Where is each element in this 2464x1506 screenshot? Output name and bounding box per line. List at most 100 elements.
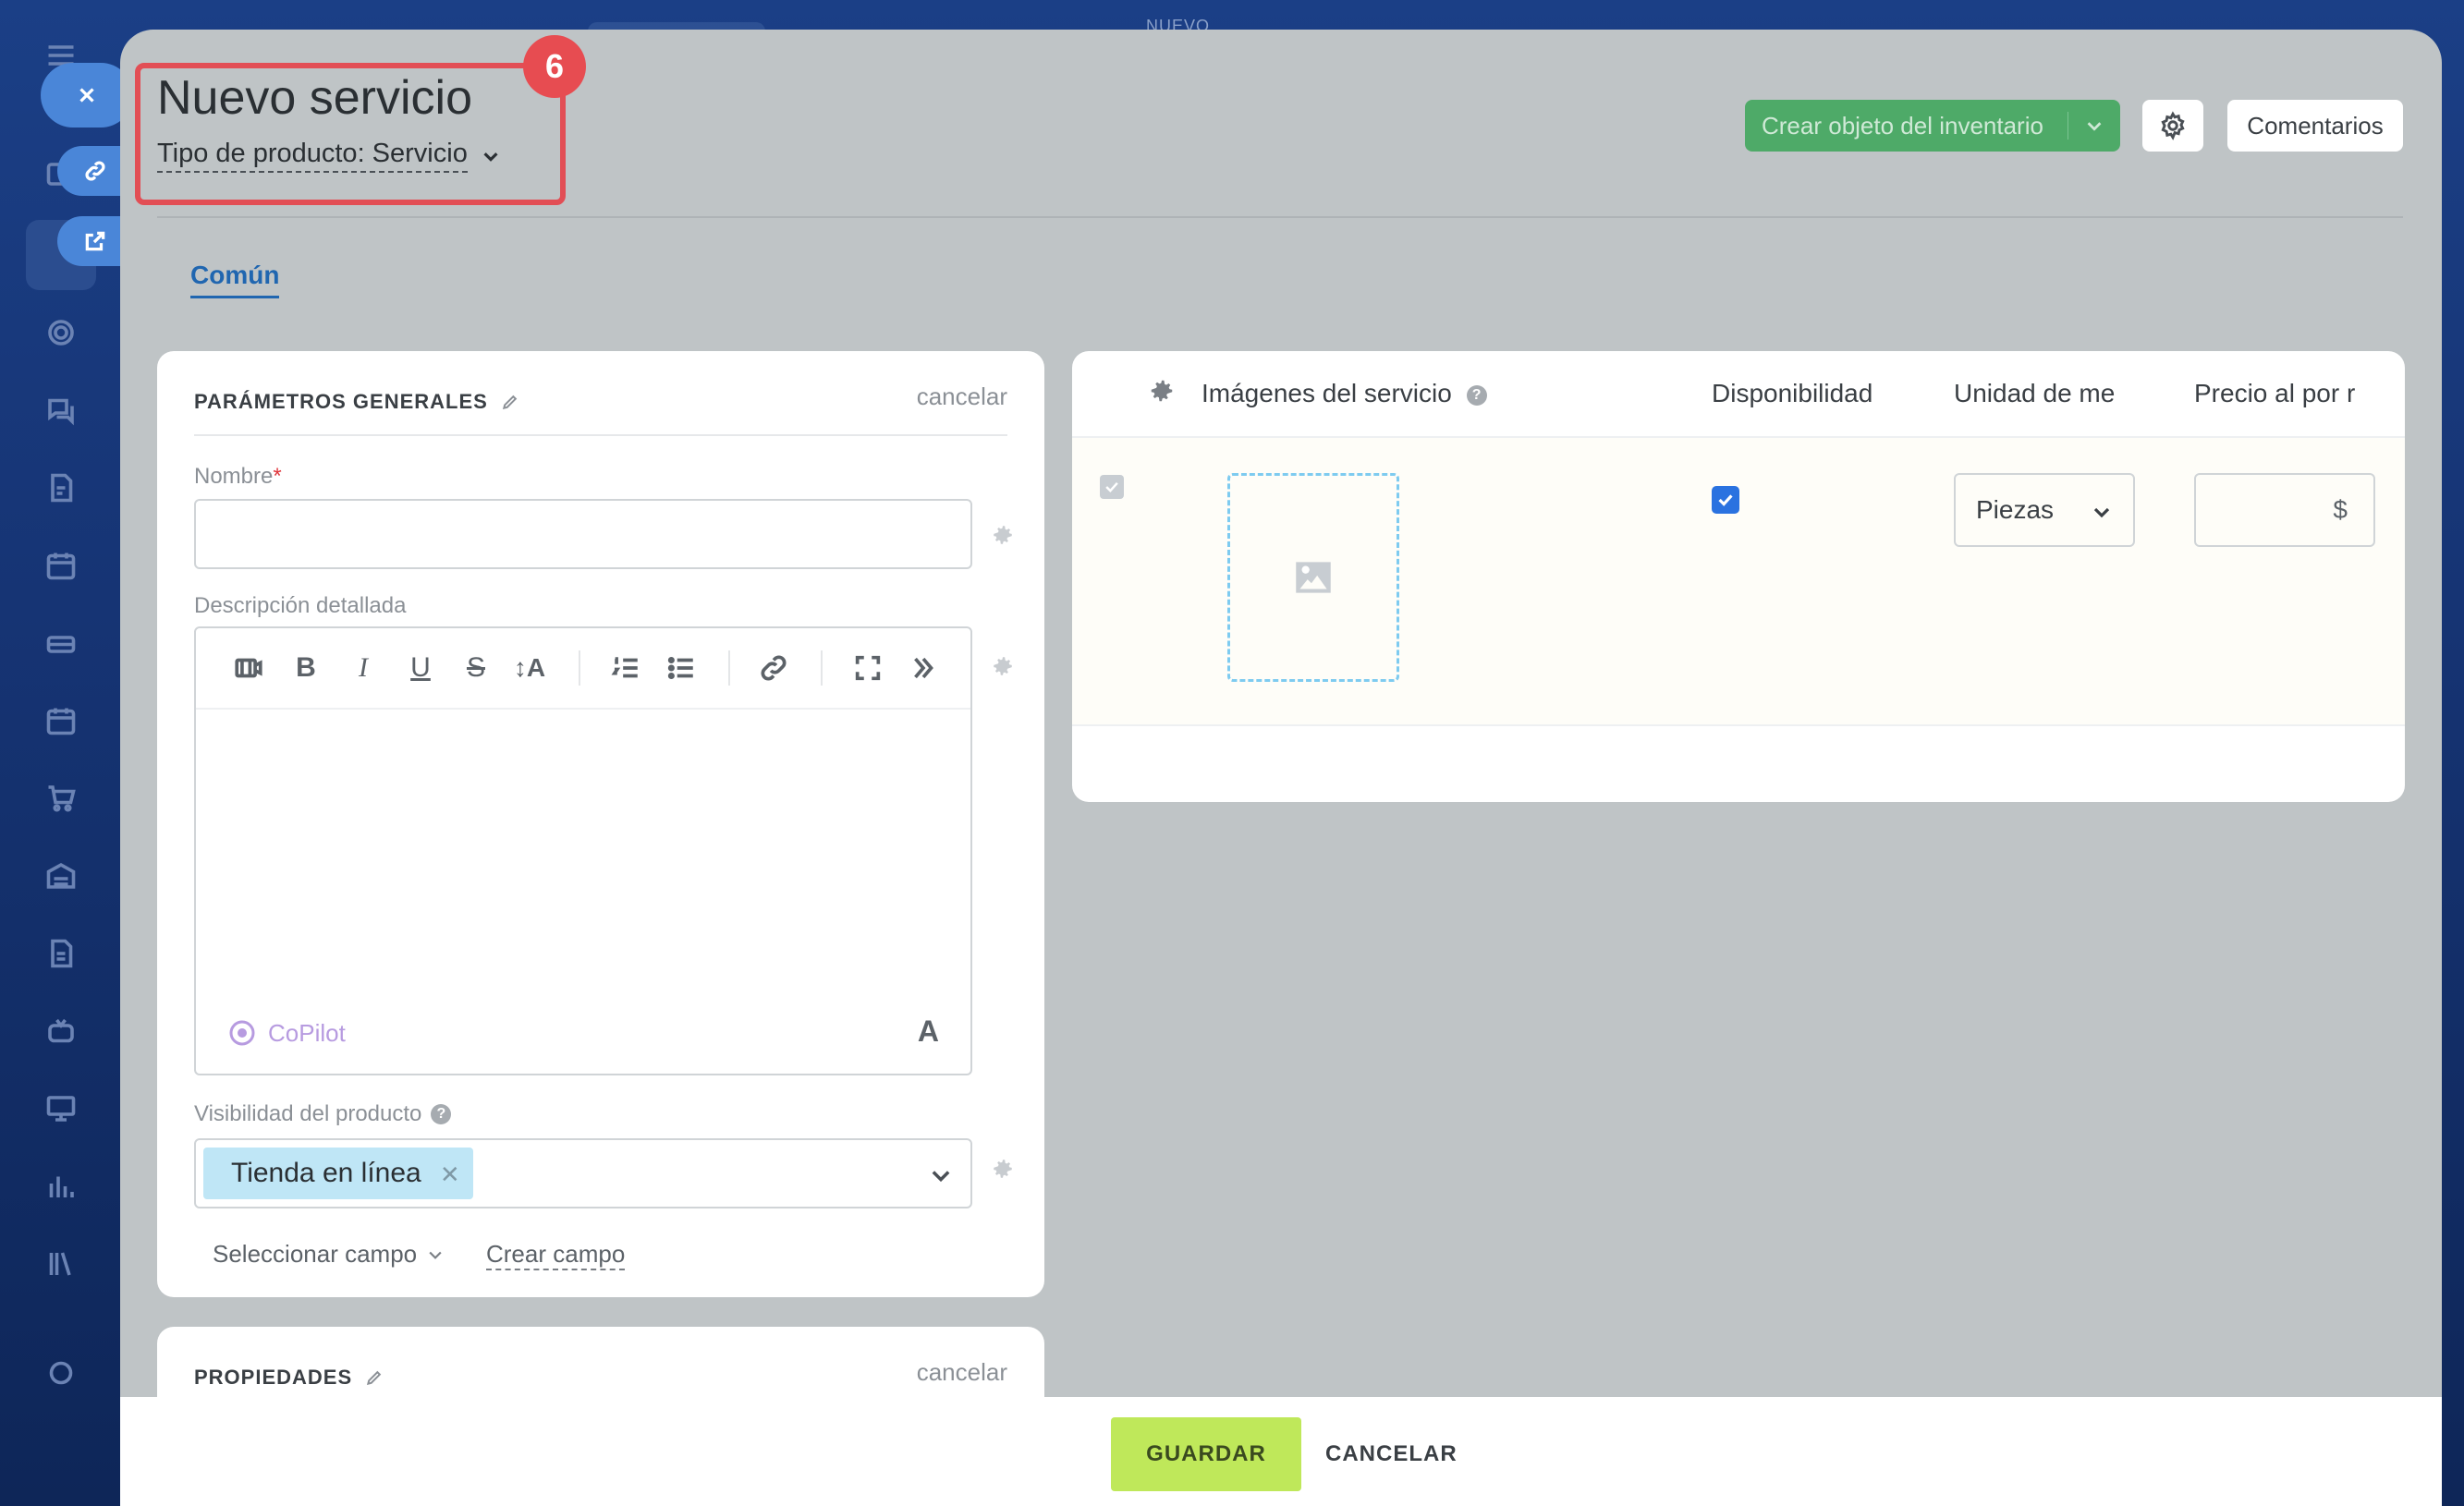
- cancel-button[interactable]: CANCELAR: [1325, 1417, 1458, 1491]
- cart-icon[interactable]: [41, 778, 81, 819]
- fullscreen-icon[interactable]: [848, 649, 887, 687]
- settings-button[interactable]: [2142, 100, 2203, 152]
- visibility-chip: Tienda en línea ✕: [203, 1148, 473, 1199]
- properties-header: PROPIEDADES: [194, 1366, 384, 1390]
- calendar-icon[interactable]: [41, 700, 81, 741]
- chevron-down-icon: [429, 1251, 442, 1259]
- gear-icon: [2161, 111, 2185, 140]
- select-field-label: Seleccionar campo: [213, 1240, 418, 1268]
- price-input[interactable]: $: [2194, 473, 2375, 547]
- check-icon: [1105, 481, 1118, 492]
- underline-icon[interactable]: U: [401, 649, 440, 687]
- form-footer: GUARDAR CANCELAR: [120, 1397, 2442, 1506]
- column-header-unit: Unidad de me: [1954, 379, 2116, 407]
- warehouse-icon[interactable]: [41, 856, 81, 896]
- visibility-chip-label: Tienda en línea: [231, 1158, 421, 1188]
- help-icon[interactable]: ?: [1466, 384, 1487, 406]
- visibility-select[interactable]: Tienda en línea ✕: [194, 1138, 972, 1208]
- check-icon: [1718, 494, 1733, 506]
- presentation-icon[interactable]: [41, 1088, 81, 1129]
- name-label-text: Nombre: [194, 464, 274, 489]
- image-icon: [1296, 562, 1331, 593]
- service-images-card: Imágenes del servicio ? Disponibilidad U…: [1072, 351, 2405, 802]
- table-row: Piezas $: [1072, 438, 2405, 726]
- create-field-link[interactable]: Crear campo: [486, 1240, 626, 1270]
- pencil-icon[interactable]: [365, 1368, 384, 1387]
- storage-icon[interactable]: [41, 623, 81, 663]
- general-parameters-card: PARÁMETROS GENERALES cancelar Nombre* De…: [157, 351, 1044, 1297]
- column-header-availability: Disponibilidad: [1712, 379, 1873, 407]
- external-link-icon: [85, 231, 105, 251]
- bullet-list-icon[interactable]: [662, 649, 701, 687]
- messages-icon[interactable]: [41, 390, 81, 431]
- help-icon[interactable]: ?: [431, 1104, 452, 1124]
- pencil-icon[interactable]: [501, 393, 519, 411]
- copilot-icon: [229, 1020, 255, 1046]
- close-icon: [79, 88, 94, 103]
- name-field-gear-icon[interactable]: [991, 523, 1015, 547]
- ordered-list-icon[interactable]: [606, 649, 645, 687]
- description-field-gear-icon[interactable]: [991, 654, 1015, 678]
- table-settings-gear-icon[interactable]: [1148, 377, 1176, 409]
- visibility-field-label: Visibilidad del producto ?: [194, 1101, 452, 1127]
- tab-common[interactable]: Común: [190, 261, 280, 298]
- image-upload-dropzone[interactable]: [1227, 473, 1399, 682]
- name-input[interactable]: [194, 499, 972, 569]
- bot-icon[interactable]: [41, 1011, 81, 1051]
- comments-button[interactable]: Comentarios: [2227, 100, 2403, 152]
- italic-icon[interactable]: I: [344, 649, 383, 687]
- editor-toolbar: B I U S ↕A: [196, 628, 970, 710]
- chevron-down-icon: [2087, 122, 2102, 131]
- text-format-button[interactable]: A: [918, 1014, 939, 1049]
- chevron-down-icon[interactable]: [928, 1162, 954, 1193]
- general-parameters-title: PARÁMETROS GENERALES: [194, 390, 488, 413]
- name-field-label: Nombre*: [194, 464, 282, 490]
- description-editor[interactable]: B I U S ↕A CoPilot A: [194, 626, 972, 1075]
- target-icon[interactable]: [41, 312, 81, 353]
- create-inventory-button[interactable]: Crear objeto del inventario: [1745, 100, 2120, 152]
- bold-icon[interactable]: B: [287, 649, 325, 687]
- create-inventory-label: Crear objeto del inventario: [1762, 111, 2043, 140]
- visibility-label-text: Visibilidad del producto: [194, 1101, 422, 1126]
- strikethrough-icon[interactable]: S: [457, 649, 495, 687]
- tutorial-highlight-box: [135, 63, 566, 205]
- copilot-button[interactable]: CoPilot: [227, 1018, 346, 1048]
- document-icon[interactable]: [41, 933, 81, 974]
- select-field-link[interactable]: Seleccionar campo: [213, 1240, 445, 1269]
- table-header: Imágenes del servicio ? Disponibilidad U…: [1072, 351, 2405, 438]
- create-inventory-dropdown[interactable]: [2068, 115, 2120, 136]
- header-divider: [157, 216, 2403, 218]
- save-button[interactable]: GUARDAR: [1111, 1417, 1301, 1491]
- properties-cancel-link[interactable]: cancelar: [917, 1358, 1007, 1387]
- currency-symbol: $: [2333, 495, 2348, 524]
- more-chevrons-icon[interactable]: [904, 649, 943, 687]
- link-icon: [85, 161, 105, 181]
- unit-select-value: Piezas: [1976, 495, 2055, 524]
- card-divider: [194, 434, 1007, 436]
- row-select-checkbox[interactable]: [1100, 475, 1124, 499]
- tasks-icon[interactable]: [41, 468, 81, 508]
- remove-chip-icon[interactable]: ✕: [440, 1160, 460, 1189]
- general-parameters-header: PARÁMETROS GENERALES: [194, 390, 519, 414]
- availability-checkbox[interactable]: [1712, 486, 1739, 514]
- link-icon[interactable]: [754, 649, 793, 687]
- toolbar-separator: [821, 650, 823, 686]
- slider-panel: Nuevo servicio Tipo de producto: Servici…: [120, 30, 2442, 1506]
- required-mark: *: [273, 464, 282, 489]
- font-size-icon[interactable]: ↕A: [510, 649, 549, 687]
- step-badge: 6: [523, 35, 586, 98]
- column-header-images-label: Imágenes del servicio: [1202, 379, 1452, 407]
- library-icon[interactable]: [41, 1244, 81, 1284]
- description-field-label: Descripción detallada: [194, 593, 407, 618]
- video-icon[interactable]: [229, 649, 268, 687]
- analytics-icon[interactable]: [41, 1166, 81, 1207]
- properties-title: PROPIEDADES: [194, 1366, 353, 1389]
- settings-rail-icon[interactable]: [41, 1353, 81, 1393]
- general-cancel-link[interactable]: cancelar: [917, 383, 1007, 411]
- visibility-field-gear-icon[interactable]: [991, 1157, 1015, 1181]
- calendar-grid-icon[interactable]: [41, 545, 81, 586]
- close-slider-button[interactable]: [41, 63, 133, 128]
- unit-select[interactable]: Piezas: [1954, 473, 2135, 547]
- toolbar-separator: [728, 650, 730, 686]
- column-header-images: Imágenes del servicio ?: [1202, 379, 1487, 408]
